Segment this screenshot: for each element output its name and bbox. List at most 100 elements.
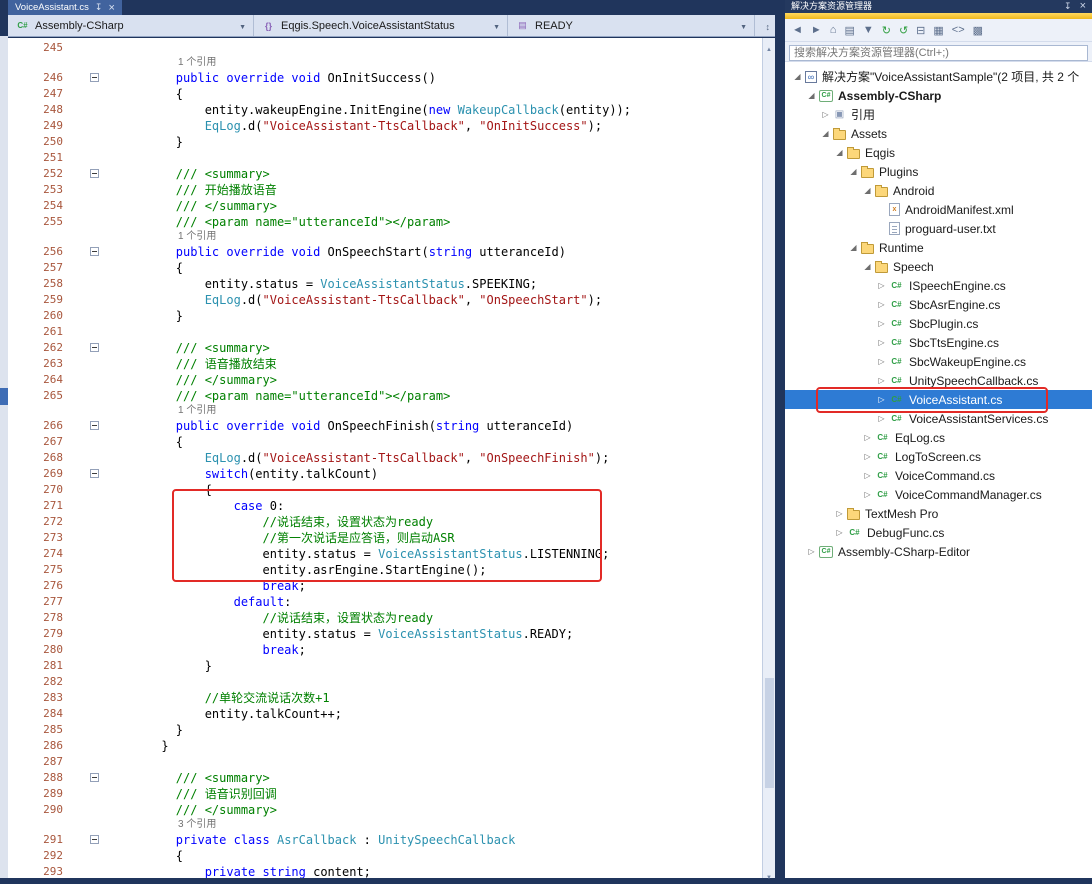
collapse-all-icon[interactable]: ⊟ <box>916 24 925 37</box>
tree-item-androidmanifest-xml[interactable]: xAndroidManifest.xml <box>785 200 1092 219</box>
refresh-icon[interactable]: ↻ <box>882 24 891 37</box>
code-line-252[interactable]: 252 /// <summary> <box>8 166 762 182</box>
code-line-249[interactable]: 249 EqLog.d("VoiceAssistant-TtsCallback"… <box>8 118 762 134</box>
codelens-references[interactable]: 1 个引用 <box>8 230 762 244</box>
code-line-271[interactable]: 271 case 0: <box>8 498 762 514</box>
collapsed-chevron-icon[interactable]: ▷ <box>833 509 846 518</box>
code-line-266[interactable]: 266 public override void OnSpeechFinish(… <box>8 418 762 434</box>
fold-collapse-icon[interactable] <box>90 773 99 782</box>
code-line-246[interactable]: 246 public override void OnInitSuccess() <box>8 70 762 86</box>
code-line-245[interactable]: 245 <box>8 40 762 56</box>
scrollbar-thumb[interactable] <box>765 678 774 788</box>
collapsed-chevron-icon[interactable]: ▷ <box>875 395 888 404</box>
tree-item-voicecommandmanager-cs[interactable]: ▷C#VoiceCommandManager.cs <box>785 485 1092 504</box>
code-line-255[interactable]: 255 /// <param name="utteranceId"></para… <box>8 214 762 230</box>
tree-item-assembly-csharp[interactable]: ◢C#Assembly-CSharp <box>785 86 1092 105</box>
fold-collapse-icon[interactable] <box>90 73 99 82</box>
tree-item-plugins[interactable]: ◢Plugins <box>785 162 1092 181</box>
code-line-285[interactable]: 285 } <box>8 722 762 738</box>
tree-item-proguard-user-txt[interactable]: proguard-user.txt <box>785 219 1092 238</box>
code-line-272[interactable]: 272 //说话结束，设置状态为ready <box>8 514 762 530</box>
scroll-up-icon[interactable] <box>763 38 775 50</box>
code-line-277[interactable]: 277 default: <box>8 594 762 610</box>
collapsed-chevron-icon[interactable]: ▷ <box>861 433 874 442</box>
fold-collapse-icon[interactable] <box>90 247 99 256</box>
fold-collapse-icon[interactable] <box>90 835 99 844</box>
code-line-259[interactable]: 259 EqLog.d("VoiceAssistant-TtsCallback"… <box>8 292 762 308</box>
tree-item-voiceassistantsample-2-2[interactable]: ◢∞解决方案"VoiceAssistantSample"(2 项目, 共 2 个 <box>785 67 1092 86</box>
collapsed-chevron-icon[interactable]: ▷ <box>861 490 874 499</box>
code-line-281[interactable]: 281 } <box>8 658 762 674</box>
code-line-254[interactable]: 254 /// </summary> <box>8 198 762 214</box>
collapsed-chevron-icon[interactable]: ▷ <box>861 471 874 480</box>
code-line-284[interactable]: 284 entity.talkCount++; <box>8 706 762 722</box>
code-line-268[interactable]: 268 EqLog.d("VoiceAssistant-TtsCallback"… <box>8 450 762 466</box>
tree-item-logtoscreen-cs[interactable]: ▷C#LogToScreen.cs <box>785 447 1092 466</box>
close-icon[interactable] <box>1080 0 1086 13</box>
codelens-references[interactable]: 1 个引用 <box>8 56 762 70</box>
fold-collapse-icon[interactable] <box>90 343 99 352</box>
code-line-275[interactable]: 275 entity.asrEngine.StartEngine(); <box>8 562 762 578</box>
collapsed-chevron-icon[interactable]: ▷ <box>875 319 888 328</box>
expanded-chevron-icon[interactable]: ◢ <box>805 91 818 100</box>
code-line-261[interactable]: 261 <box>8 324 762 340</box>
collapsed-chevron-icon[interactable]: ▷ <box>875 376 888 385</box>
collapsed-chevron-icon[interactable]: ▷ <box>875 338 888 347</box>
collapsed-chevron-icon[interactable]: ▷ <box>805 547 818 556</box>
tree-item-sbcwakeupengine-cs[interactable]: ▷C#SbcWakeupEngine.cs <box>785 352 1092 371</box>
codelens-references[interactable]: 1 个引用 <box>8 404 762 418</box>
code-line-257[interactable]: 257 { <box>8 260 762 276</box>
code-line-287[interactable]: 287 <box>8 754 762 770</box>
code-line-273[interactable]: 273 //第一次说话是应答语，则启动ASR <box>8 530 762 546</box>
fold-collapse-icon[interactable] <box>90 169 99 178</box>
code-line-288[interactable]: 288 /// <summary> <box>8 770 762 786</box>
tree-item-voiceassistant-cs[interactable]: ▷C#VoiceAssistant.cs <box>785 390 1092 409</box>
code-line-292[interactable]: 292 { <box>8 848 762 864</box>
code-line-290[interactable]: 290 /// </summary> <box>8 802 762 818</box>
expanded-chevron-icon[interactable]: ◢ <box>847 167 860 176</box>
splitter-icon[interactable] <box>766 17 771 35</box>
tree-item-runtime[interactable]: ◢Runtime <box>785 238 1092 257</box>
code-line-289[interactable]: 289 /// 语音识别回调 <box>8 786 762 802</box>
home-icon[interactable]: ⌂ <box>830 24 837 36</box>
code-line-269[interactable]: 269 switch(entity.talkCount) <box>8 466 762 482</box>
code-line-264[interactable]: 264 /// </summary> <box>8 372 762 388</box>
tree-item-sbcttsengine-cs[interactable]: ▷C#SbcTtsEngine.cs <box>785 333 1092 352</box>
tree-item-assembly-csharp-editor[interactable]: ▷C#Assembly-CSharp-Editor <box>785 542 1092 561</box>
code-line-280[interactable]: 280 break; <box>8 642 762 658</box>
panel-title-bar[interactable]: 解决方案资源管理器 <box>785 0 1092 13</box>
back-icon[interactable]: ◄ <box>792 24 803 36</box>
expanded-chevron-icon[interactable]: ◢ <box>819 129 832 138</box>
switch-views-icon[interactable]: ▤ <box>844 24 854 37</box>
expanded-chevron-icon[interactable]: ◢ <box>861 262 874 271</box>
tree-item-sbcplugin-cs[interactable]: ▷C#SbcPlugin.cs <box>785 314 1092 333</box>
code-line-256[interactable]: 256 public override void OnSpeechStart(s… <box>8 244 762 260</box>
code-line-267[interactable]: 267 { <box>8 434 762 450</box>
code-line-258[interactable]: 258 entity.status = VoiceAssistantStatus… <box>8 276 762 292</box>
member-dropdown[interactable]: READY <box>508 15 755 36</box>
pin-icon[interactable] <box>95 2 103 13</box>
tree-item-android[interactable]: ◢Android <box>785 181 1092 200</box>
show-all-files-icon[interactable]: ▦ <box>933 24 943 37</box>
expanded-chevron-icon[interactable]: ◢ <box>861 186 874 195</box>
code-line-253[interactable]: 253 /// 开始播放语音 <box>8 182 762 198</box>
editor-scrollbar[interactable] <box>762 38 775 878</box>
sync-with-active-document-icon[interactable]: ↺ <box>899 24 908 37</box>
type-dropdown[interactable]: Eqgis.Speech.VoiceAssistantStatus <box>254 15 508 36</box>
collapsed-chevron-icon[interactable]: ▷ <box>875 357 888 366</box>
code-line-263[interactable]: 263 /// 语音播放结束 <box>8 356 762 372</box>
pin-icon[interactable] <box>1064 0 1072 13</box>
code-line-247[interactable]: 247 { <box>8 86 762 102</box>
collapsed-chevron-icon[interactable]: ▷ <box>819 110 832 119</box>
collapsed-chevron-icon[interactable]: ▷ <box>861 452 874 461</box>
properties-icon[interactable]: ▩ <box>973 24 983 37</box>
collapsed-chevron-icon[interactable]: ▷ <box>875 300 888 309</box>
code-line-291[interactable]: 291 private class AsrCallback : UnitySpe… <box>8 832 762 848</box>
code-line-278[interactable]: 278 //说话结束，设置状态为ready <box>8 610 762 626</box>
code-line-260[interactable]: 260 } <box>8 308 762 324</box>
view-code-icon[interactable]: <> <box>952 24 965 36</box>
collapsed-chevron-icon[interactable]: ▷ <box>833 528 846 537</box>
forward-icon[interactable]: ► <box>811 24 822 36</box>
tree-item-voiceassistantservices-cs[interactable]: ▷C#VoiceAssistantServices.cs <box>785 409 1092 428</box>
codelens-references[interactable]: 3 个引用 <box>8 818 762 832</box>
